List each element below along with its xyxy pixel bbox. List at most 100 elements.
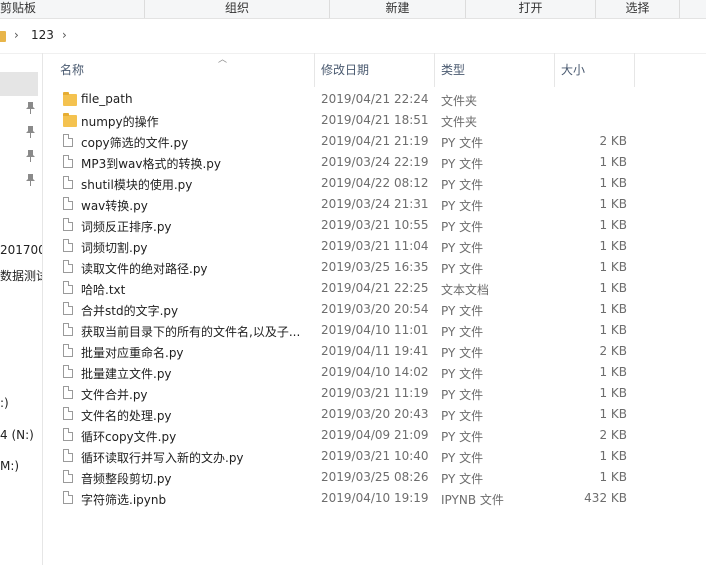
ribbon-group-clipboard[interactable]: 剪贴板	[0, 0, 145, 18]
chevron-right-icon[interactable]: ›	[14, 28, 19, 42]
nav-item-quick-access[interactable]: 201700	[0, 243, 42, 257]
file-row[interactable]: 获取当前目录下的所有的文件名,以及子... 2019/04/10 11:01 PY …	[42, 320, 642, 341]
file-size: 432 KB	[584, 491, 627, 505]
file-row[interactable]: shutil模块的使用.py 2019/04/22 08:12 PY 文件 1 KB	[42, 173, 642, 194]
column-header-date[interactable]: 修改日期	[321, 61, 369, 78]
file-name: shutil模块的使用.py	[81, 178, 193, 192]
file-row[interactable]: MP3到wav格式的转换.py 2019/03/24 22:19 PY 文件 1 KB	[42, 152, 642, 173]
file-modified-date: 2019/04/22 08:12	[321, 176, 429, 190]
file-icon	[63, 449, 73, 462]
file-row[interactable]: numpy的操作 2019/04/21 18:51 文件夹	[42, 110, 642, 131]
file-row[interactable]: 合并std的文字.py 2019/03/20 20:54 PY 文件 1 KB	[42, 299, 642, 320]
file-size: 1 KB	[599, 155, 627, 169]
file-row[interactable]: 文件名的处理.py 2019/03/20 20:43 PY 文件 1 KB	[42, 404, 642, 425]
nav-item-drive[interactable]: 4 (N:)	[0, 428, 34, 442]
file-icon	[63, 428, 73, 441]
file-modified-date: 2019/03/21 10:40	[321, 449, 429, 463]
column-divider[interactable]	[434, 53, 435, 87]
file-icon	[63, 176, 73, 189]
file-row[interactable]: 哈哈.txt 2019/04/21 22:25 文本文档 1 KB	[42, 278, 642, 299]
file-icon	[63, 470, 73, 483]
file-icon	[63, 260, 73, 273]
file-type: PY 文件	[441, 346, 484, 360]
file-modified-date: 2019/03/20 20:54	[321, 302, 429, 316]
nav-item-drive[interactable]: :)	[0, 396, 9, 410]
nav-selected-item[interactable]	[0, 72, 38, 96]
file-type: PY 文件	[441, 409, 484, 423]
file-type: PY 文件	[441, 472, 484, 486]
column-header-type[interactable]: 类型	[441, 61, 465, 78]
file-icon	[63, 155, 73, 168]
file-row[interactable]: wav转换.py 2019/03/24 21:31 PY 文件 1 KB	[42, 194, 642, 215]
column-header-name[interactable]: 名称	[60, 61, 84, 78]
column-header-size[interactable]: 大小	[561, 61, 585, 78]
file-row[interactable]: 文件合并.py 2019/03/21 11:19 PY 文件 1 KB	[42, 383, 642, 404]
pin-icon	[26, 102, 35, 114]
ribbon-group-open[interactable]: 打开	[466, 0, 596, 18]
ribbon-group-organize[interactable]: 组织	[145, 0, 330, 18]
file-row[interactable]: 读取文件的绝对路径.py 2019/03/25 16:35 PY 文件 1 KB	[42, 257, 642, 278]
nav-item-drive[interactable]: M:)	[0, 459, 19, 473]
file-type: PY 文件	[441, 262, 484, 276]
file-type: PY 文件	[441, 241, 484, 255]
file-size: 1 KB	[599, 386, 627, 400]
ribbon-group-select[interactable]: 选择	[596, 0, 680, 18]
file-name: 音频整段剪切.py	[81, 472, 172, 486]
file-size: 1 KB	[599, 302, 627, 316]
file-name: 字符筛选.ipynb	[81, 493, 167, 507]
file-modified-date: 2019/03/21 10:55	[321, 218, 429, 232]
file-name: 哈哈.txt	[81, 283, 126, 297]
file-modified-date: 2019/03/20 20:43	[321, 407, 429, 421]
file-row[interactable]: 音频整段剪切.py 2019/03/25 08:26 PY 文件 1 KB	[42, 467, 642, 488]
file-size: 2 KB	[599, 428, 627, 442]
file-row[interactable]: copy筛选的文件.py 2019/04/21 21:19 PY 文件 2 KB	[42, 131, 642, 152]
file-name: copy筛选的文件.py	[81, 136, 189, 150]
breadcrumb-item[interactable]: 123	[31, 28, 54, 42]
file-row[interactable]: 批量建立文件.py 2019/04/10 14:02 PY 文件 1 KB	[42, 362, 642, 383]
file-row[interactable]: 循环读取行并写入新的文办.py 2019/03/21 10:40 PY 文件 1 KB	[42, 446, 642, 467]
file-type: PY 文件	[441, 178, 484, 192]
file-type: PY 文件	[441, 388, 484, 402]
file-type: PY 文件	[441, 430, 484, 444]
column-divider[interactable]	[554, 53, 555, 87]
navigation-pane: 201700 数据测试 :) 4 (N:) M:)	[0, 53, 43, 565]
file-type: 文件夹	[441, 115, 478, 129]
file-size: 1 KB	[599, 407, 627, 421]
file-row[interactable]: 循环copy文件.py 2019/04/09 21:09 PY 文件 2 KB	[42, 425, 642, 446]
ribbon-group-new[interactable]: 新建	[330, 0, 466, 18]
file-row[interactable]: 词频切割.py 2019/03/21 11:04 PY 文件 1 KB	[42, 236, 642, 257]
ribbon-group-bar: 剪贴板 组织 新建 打开 选择	[0, 0, 706, 19]
file-name: 词频反正排序.py	[81, 220, 172, 234]
file-modified-date: 2019/04/21 18:51	[321, 113, 429, 127]
file-modified-date: 2019/04/10 11:01	[321, 323, 429, 337]
file-size: 1 KB	[599, 260, 627, 274]
file-row[interactable]: 词频反正排序.py 2019/03/21 10:55 PY 文件 1 KB	[42, 215, 642, 236]
file-row[interactable]: 字符筛选.ipynb 2019/04/10 19:19 IPYNB 文件 432 KB	[42, 488, 642, 509]
file-size: 1 KB	[599, 239, 627, 253]
file-size: 2 KB	[599, 344, 627, 358]
file-size: 1 KB	[599, 218, 627, 232]
file-name: 循环copy文件.py	[81, 430, 177, 444]
folder-icon	[63, 92, 77, 106]
column-divider[interactable]	[634, 53, 635, 87]
file-modified-date: 2019/03/21 11:19	[321, 386, 429, 400]
file-type: PY 文件	[441, 220, 484, 234]
file-row[interactable]: file_path 2019/04/21 22:24 文件夹	[42, 89, 642, 110]
file-size: 1 KB	[599, 197, 627, 211]
address-bar[interactable]: › 123 ›	[0, 19, 706, 54]
file-icon	[63, 197, 73, 210]
file-row[interactable]: 批量对应重命名.py 2019/04/11 19:41 PY 文件 2 KB	[42, 341, 642, 362]
file-name: 批量建立文件.py	[81, 367, 172, 381]
column-divider[interactable]	[314, 53, 315, 87]
file-name: MP3到wav格式的转换.py	[81, 157, 222, 171]
file-icon	[63, 386, 73, 399]
file-size: 2 KB	[599, 134, 627, 148]
nav-item-quick-access[interactable]: 数据测试	[0, 267, 42, 284]
chevron-right-icon[interactable]: ›	[62, 28, 67, 42]
file-modified-date: 2019/04/21 22:24	[321, 92, 429, 106]
file-size: 1 KB	[599, 281, 627, 295]
file-type: 文件夹	[441, 94, 478, 108]
file-type: PY 文件	[441, 325, 484, 339]
file-name: 读取文件的绝对路径.py	[81, 262, 208, 276]
file-name: 合并std的文字.py	[81, 304, 179, 318]
